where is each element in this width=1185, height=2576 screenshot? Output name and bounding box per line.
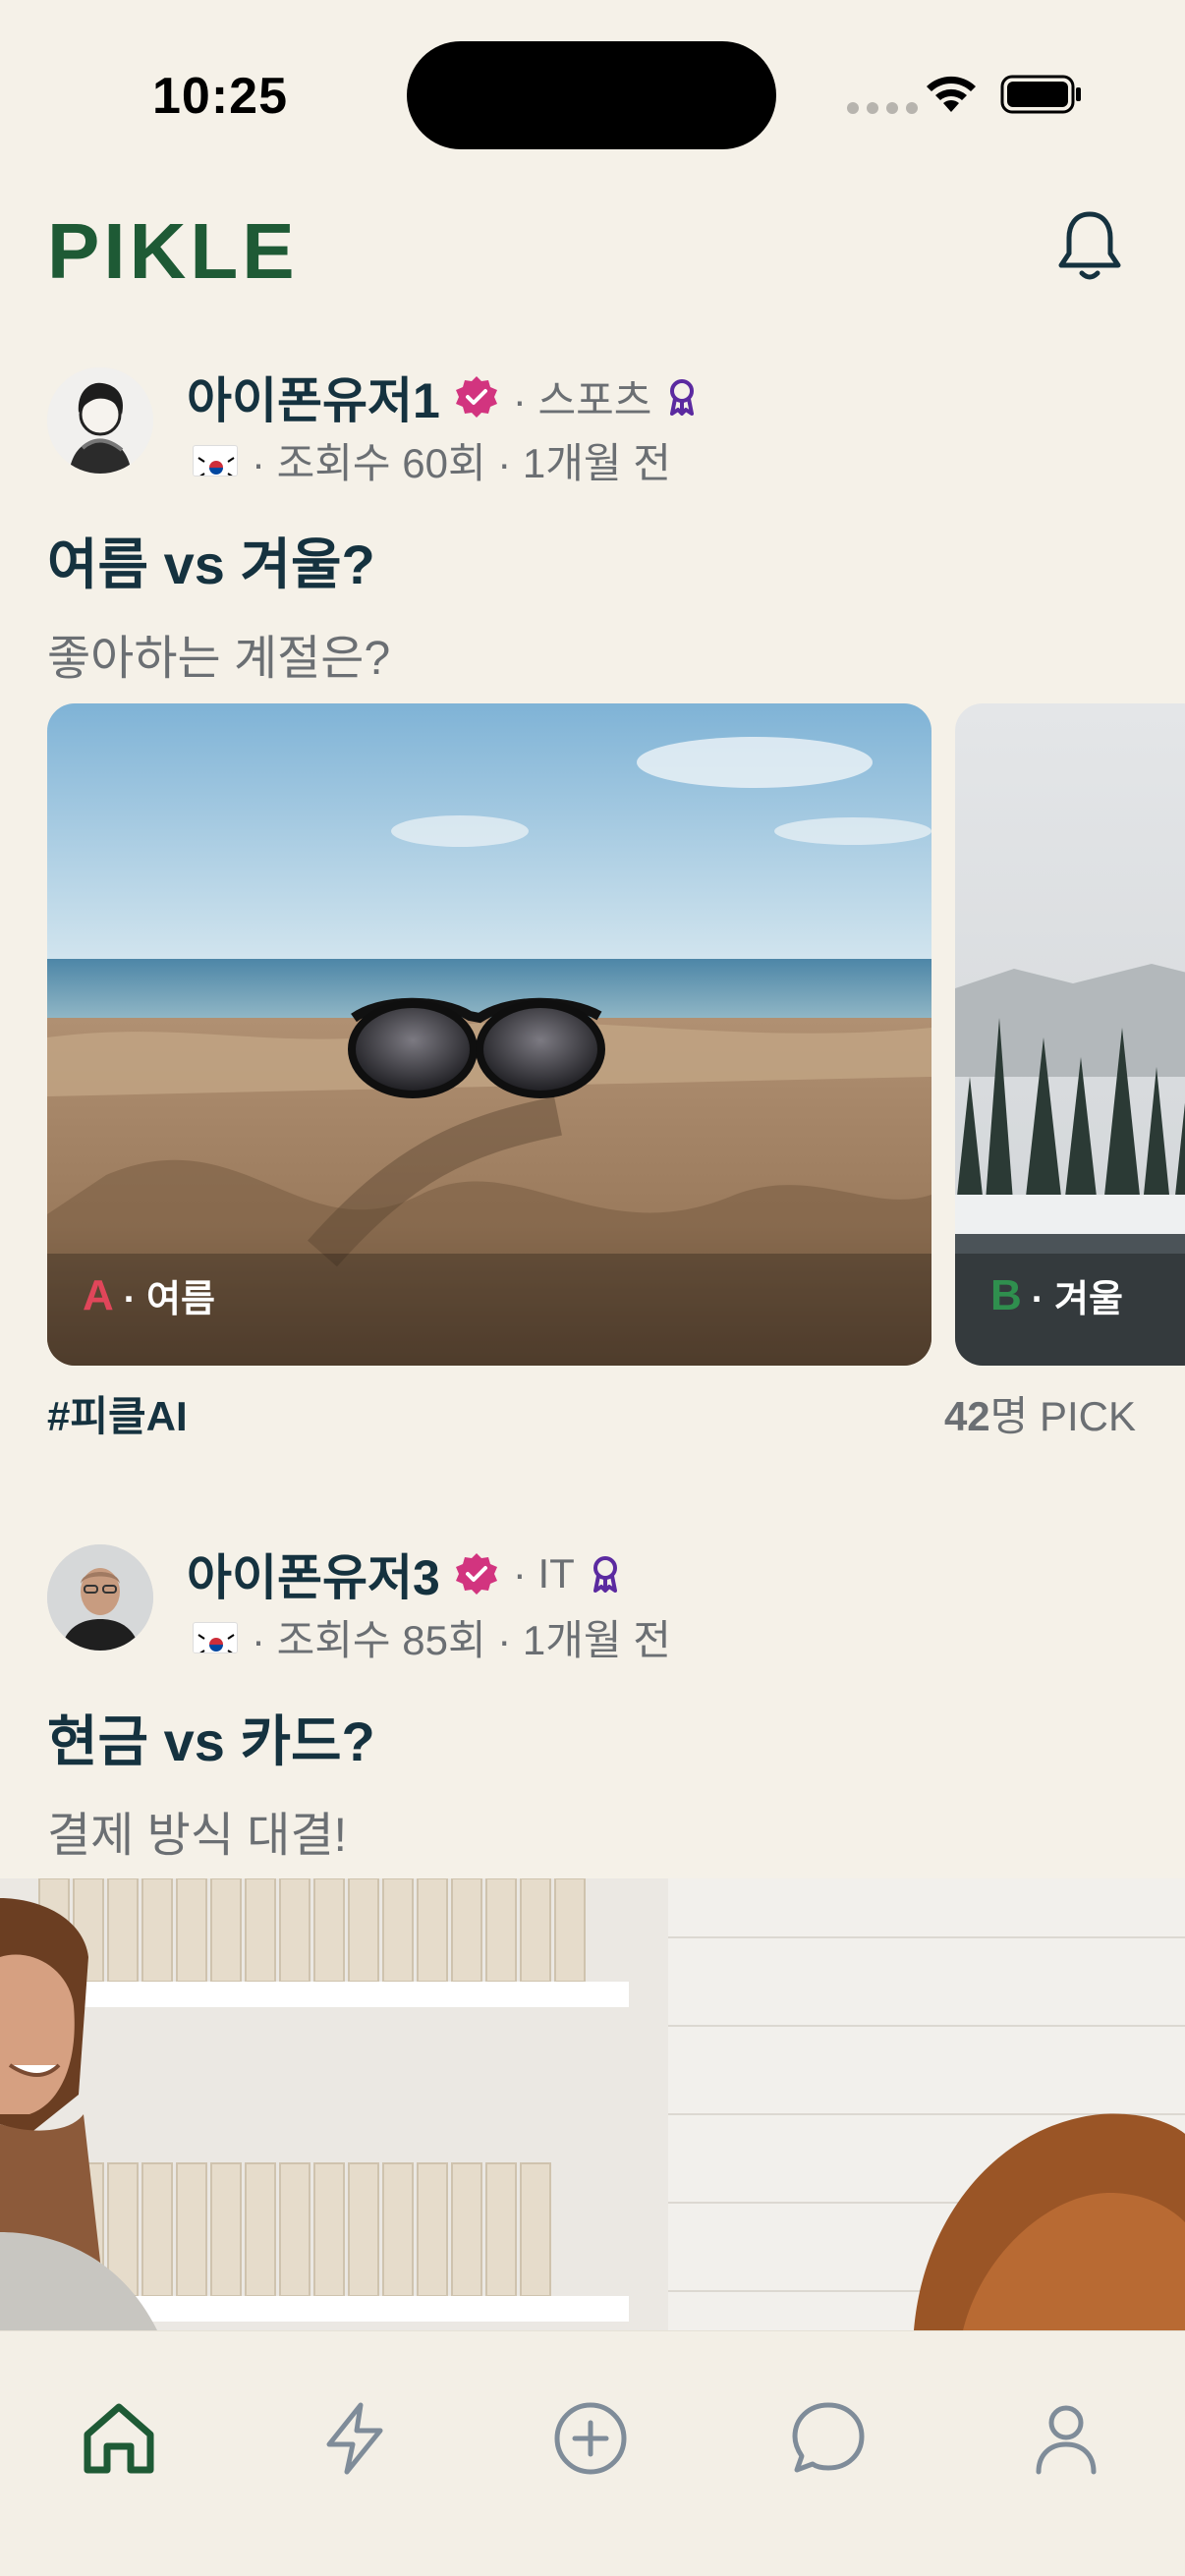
- username[interactable]: 아이폰유저1: [187, 362, 440, 432]
- lightning-icon: [326, 2402, 383, 2475]
- tab-lightning[interactable]: [312, 2396, 397, 2481]
- option-label-a: A · 여름: [83, 1268, 215, 1322]
- dynamic-island: [407, 41, 776, 149]
- post-title[interactable]: 여름 vs 겨울?: [47, 521, 375, 600]
- chat-icon: [792, 2402, 865, 2473]
- profile-icon: [1036, 2405, 1097, 2475]
- tab-profile[interactable]: [1024, 2396, 1108, 2481]
- tab-home[interactable]: [77, 2396, 161, 2481]
- status-time: 10:25: [152, 68, 288, 125]
- avatar[interactable]: [47, 1544, 153, 1651]
- post-subtitle: 좋아하는 계절은?: [47, 633, 391, 685]
- option-card-b[interactable]: B · 겨울: [955, 703, 1185, 1366]
- post-meta: · 조회수 85회 · 1개월 전: [193, 1607, 671, 1667]
- pick-count-number: 42: [943, 1393, 990, 1439]
- pick-count: 42명 PICK: [944, 1383, 1136, 1443]
- pick-count-suffix: 명 PICK: [989, 1393, 1136, 1439]
- post-title[interactable]: 현금 vs 카드?: [47, 1698, 375, 1777]
- verified-badge-icon: [455, 1553, 497, 1595]
- status-bar: 10:25: [0, 0, 1185, 187]
- post-tag[interactable]: #피클AI: [47, 1383, 188, 1443]
- home-icon: [84, 2403, 154, 2474]
- plus-circle-icon: [554, 2402, 627, 2475]
- ribbon-icon: [592, 1556, 617, 1593]
- username[interactable]: 아이폰유저3: [187, 1539, 440, 1609]
- cafe-people-image: [0, 1878, 1185, 2330]
- category-label: · IT: [512, 1550, 575, 1596]
- signal-icon: [847, 102, 918, 114]
- option-label-b: B · 겨울: [990, 1268, 1123, 1322]
- wifi-icon: [927, 76, 976, 112]
- option-letter-a: A: [83, 1270, 114, 1319]
- category-label: · 스포츠: [512, 376, 652, 423]
- user-line: 아이폰유저3 · IT: [187, 1539, 622, 1609]
- option-name-a: · 여름: [123, 1279, 215, 1320]
- option-name-b: · 겨울: [1031, 1279, 1123, 1320]
- option-card-a[interactable]: A · 여름: [47, 703, 931, 1366]
- verified-badge-icon: [455, 376, 497, 418]
- tab-chat[interactable]: [786, 2396, 871, 2481]
- option-letter-b: B: [990, 1270, 1022, 1319]
- tab-bar: [0, 2330, 1185, 2576]
- post-subtitle: 결제 방식 대결!: [47, 1810, 347, 1862]
- korea-flag-icon: [193, 1621, 238, 1653]
- korea-flag-icon: [193, 444, 238, 476]
- beach-sunglasses-image: [47, 703, 931, 1366]
- app-logo[interactable]: PIKLE: [47, 206, 299, 297]
- user-line: 아이폰유저1 · 스포츠: [187, 362, 699, 432]
- post-meta-text: · 조회수 85회 · 1개월 전: [252, 1617, 671, 1663]
- post-meta: · 조회수 60회 · 1개월 전: [193, 430, 671, 490]
- avatar[interactable]: [47, 367, 153, 474]
- snowy-forest-image: [955, 703, 1185, 1366]
- tab-create[interactable]: [548, 2396, 633, 2481]
- post-image[interactable]: [0, 1878, 1185, 2330]
- post-meta-text: · 조회수 60회 · 1개월 전: [252, 440, 671, 486]
- battery-icon: [1000, 75, 1081, 114]
- bell-icon[interactable]: [1053, 208, 1126, 285]
- ribbon-icon: [670, 379, 695, 416]
